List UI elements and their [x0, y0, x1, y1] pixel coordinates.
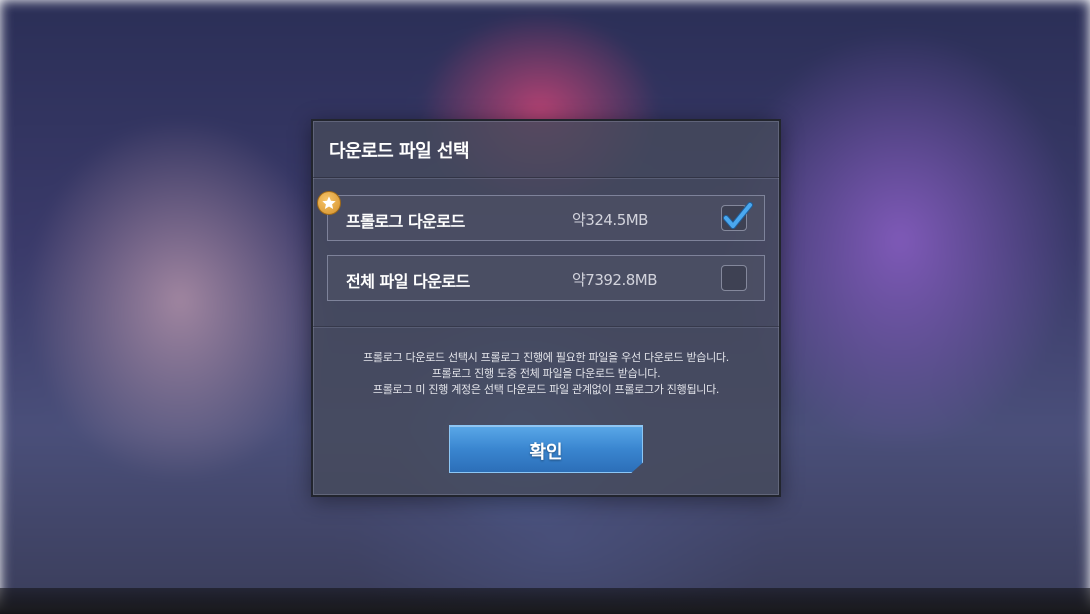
bottom-bar: [0, 588, 1090, 614]
section-divider: [313, 326, 779, 327]
confirm-button-label: 확인: [529, 442, 563, 463]
option-size: 약324.5MB: [572, 211, 648, 229]
option-label: 전체 파일 다운로드: [346, 272, 470, 291]
confirm-button[interactable]: 확인: [449, 425, 643, 473]
dialog-title: 다운로드 파일 선택: [329, 141, 470, 162]
notice-line: 프롤로그 진행 도중 전체 파일을 다운로드 받습니다.: [431, 367, 661, 380]
option-prologue-download[interactable]: 프롤로그 다운로드 약324.5MB: [327, 195, 765, 241]
full-download-checkbox[interactable]: [721, 265, 747, 291]
option-size: 약7392.8MB: [572, 271, 658, 289]
prologue-checkbox[interactable]: [721, 202, 753, 231]
option-label: 프롤로그 다운로드: [346, 212, 465, 231]
star-icon: [317, 191, 341, 215]
notice-line: 프롤로그 다운로드 선택시 프롤로그 진행에 필요한 파일을 우선 다운로드 받…: [363, 351, 729, 364]
notice-line: 프롤로그 미 진행 계정은 선택 다운로드 파일 관계없이 프롤로그가 진행됩니…: [372, 383, 720, 396]
download-select-dialog: 다운로드 파일 선택 프롤로그 다운로드 약324.5MB 전체 파일 다운로드…: [311, 119, 781, 497]
notice-text: 프롤로그 다운로드 선택시 프롤로그 진행에 필요한 파일을 우선 다운로드 받…: [313, 350, 779, 398]
checkmark-icon: [723, 202, 753, 229]
option-full-download[interactable]: 전체 파일 다운로드 약7392.8MB: [327, 255, 765, 301]
title-divider: [313, 177, 779, 178]
